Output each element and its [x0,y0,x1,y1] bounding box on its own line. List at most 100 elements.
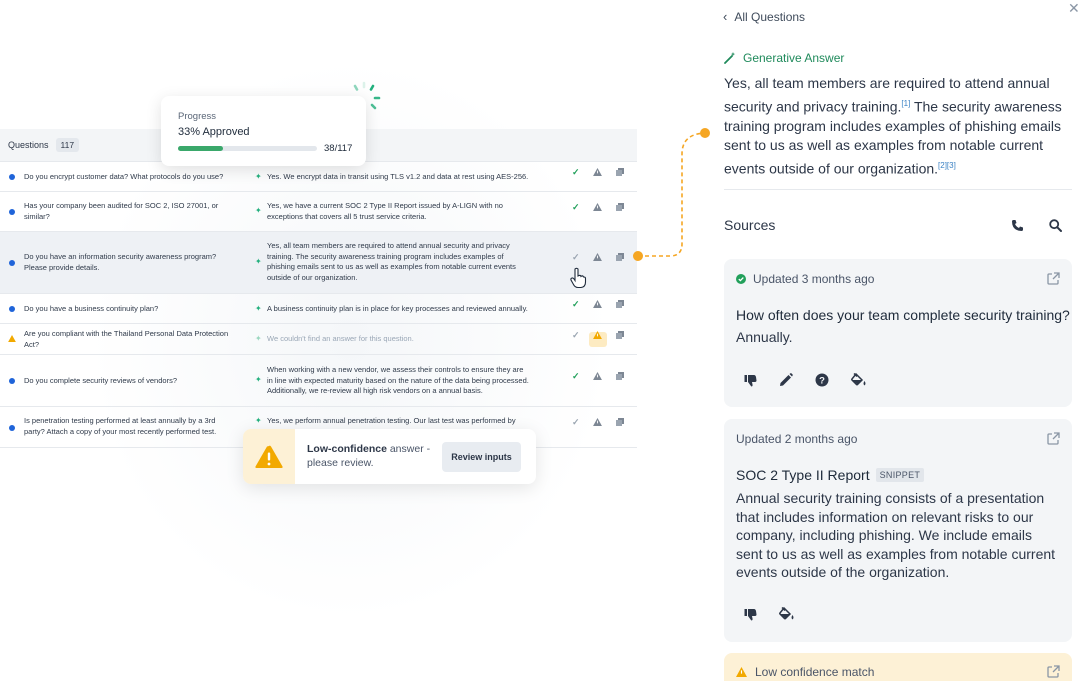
paint-bucket-icon[interactable] [851,373,867,387]
status-dot-icon [9,306,15,312]
answer-text: Yes. We encrypt data in transit using TL… [267,172,529,181]
answer-text: A business continuity plan is in place f… [267,304,528,313]
ai-sparkle-icon: ✦ [255,304,262,313]
phone-icon[interactable] [1011,219,1024,232]
source-card[interactable]: Updated 3 months ago How often does your… [724,259,1072,407]
back-label: All Questions [734,9,806,24]
paint-bucket-icon[interactable] [779,607,795,621]
copy-icon[interactable] [616,418,624,426]
approve-check-icon[interactable]: ✓ [572,330,580,341]
approve-check-icon[interactable]: ✓ [572,371,580,382]
low-match-meta: Low confidence match [736,665,874,679]
table-row[interactable]: Do you have a business continuity plan? … [0,293,637,323]
ai-sparkle-icon: ✦ [255,206,262,215]
copy-icon[interactable] [616,331,624,339]
flag-warning-icon[interactable] [593,372,602,380]
generative-answer-text: Yes, all team members are required to at… [724,74,1072,179]
connector-line [633,128,710,261]
divider [724,189,1072,190]
approve-check-icon[interactable]: ✓ [572,252,580,263]
citation-2-3[interactable]: [2][3] [938,161,956,170]
status-dot-icon [9,174,15,180]
answer-text: When working with a new vendor, we asses… [267,365,529,395]
flag-warning-icon[interactable] [593,418,602,426]
status-dot-icon [9,425,15,431]
answer-text: Yes, we have a current SOC 2 Type II Rep… [267,201,503,221]
sources-heading: Sources [724,217,776,233]
source-question: How often does your team complete securi… [736,307,1070,323]
generative-answer-header: Generative Answer [724,51,844,65]
progress-label: Progress [178,111,217,122]
source-title-text: SOC 2 Type II Report [736,467,870,483]
progress-value: 33% Approved [178,126,250,138]
progress-bar [178,146,317,151]
question-text: Is penetration testing performed at leas… [24,416,217,436]
ai-sparkle-icon: ✦ [255,172,262,181]
flag-warning-icon[interactable] [593,331,602,339]
progress-count: 38/117 [324,143,353,154]
answer-text: Yes, we perform annual penetration testi… [267,416,516,425]
approve-check-icon[interactable]: ✓ [572,202,580,213]
help-icon[interactable]: ? [815,373,829,387]
warning-icon [736,667,747,677]
source-card[interactable]: Updated 2 months ago SOC 2 Type II Repor… [724,419,1072,642]
back-to-all-questions[interactable]: ‹ All Questions [723,9,805,24]
external-link-icon[interactable] [1047,665,1060,678]
low-confidence-message: Low-confidence answer - please review. [307,442,442,470]
low-confidence-toast: Low-confidence answer - please review. R… [243,429,536,484]
flag-warning-icon[interactable] [593,203,602,211]
external-link-icon[interactable] [1047,272,1060,285]
table-row-selected[interactable]: Do you have an information security awar… [0,231,637,293]
copy-icon[interactable] [616,168,624,176]
ai-sparkle-icon: ✦ [255,257,262,266]
source-title: SOC 2 Type II Report SNIPPET [736,467,925,483]
copy-icon[interactable] [616,203,624,211]
progress-card: Progress 33% Approved 38/117 [161,96,366,166]
questions-table: Questions 117 Do you encrypt customer da… [0,129,637,448]
review-inputs-button[interactable]: Review inputs [442,442,521,472]
questions-count-badge: 117 [55,138,80,152]
copy-icon[interactable] [616,300,624,308]
edit-pencil-icon[interactable] [779,373,793,387]
source-meta: Updated 2 months ago [736,432,857,446]
ai-sparkle-icon: ✦ [255,416,262,425]
copy-icon[interactable] [616,253,624,261]
warning-icon [243,429,295,484]
close-icon[interactable]: ✕ [1068,0,1080,17]
hand-cursor-icon [570,267,587,289]
copy-icon[interactable] [616,372,624,380]
status-dot-icon [9,378,15,384]
flag-warning-icon[interactable] [593,168,602,176]
source-meta: Updated 3 months ago [736,272,874,286]
table-row[interactable]: Has your company been audited for SOC 2,… [0,191,637,231]
ai-sparkle-icon: ✦ [255,334,262,343]
approve-check-icon[interactable]: ✓ [572,167,580,178]
question-text: Do you have an information security awar… [24,252,217,272]
question-text: Do you have a business continuity plan? [24,304,159,313]
svg-text:?: ? [819,376,825,387]
search-icon[interactable] [1049,219,1062,232]
warning-status-icon [8,335,16,342]
flag-warning-icon[interactable] [593,253,602,261]
table-row-warning[interactable]: Are you compliant with the Thailand Pers… [0,323,637,354]
status-dot-icon [9,209,15,215]
question-text: Do you encrypt customer data? What proto… [24,172,224,181]
approve-check-icon[interactable]: ✓ [572,299,580,310]
low-match-label: Low confidence match [755,665,875,679]
generative-answer-title: Generative Answer [743,51,845,65]
external-link-icon[interactable] [1047,432,1060,445]
ai-sparkle-icon: ✦ [255,375,262,384]
approve-check-icon[interactable]: ✓ [572,417,580,428]
flag-warning-icon[interactable] [593,300,602,308]
updated-time: Updated 3 months ago [753,272,875,286]
snippet-badge: SNIPPET [875,468,925,482]
answer-text: We couldn't find an answer for this ques… [267,334,414,343]
answer-text: Yes, all team members are required to at… [267,241,516,282]
chevron-left-icon: ‹ [723,9,728,24]
thumbs-down-icon[interactable] [744,608,757,621]
low-confidence-match-card[interactable]: Low confidence match [724,653,1072,681]
question-text: Are you compliant with the Thailand Pers… [24,329,229,349]
table-row[interactable]: Do you complete security reviews of vend… [0,354,637,406]
thumbs-down-icon[interactable] [744,374,757,387]
citation-1[interactable]: [1] [901,99,910,108]
